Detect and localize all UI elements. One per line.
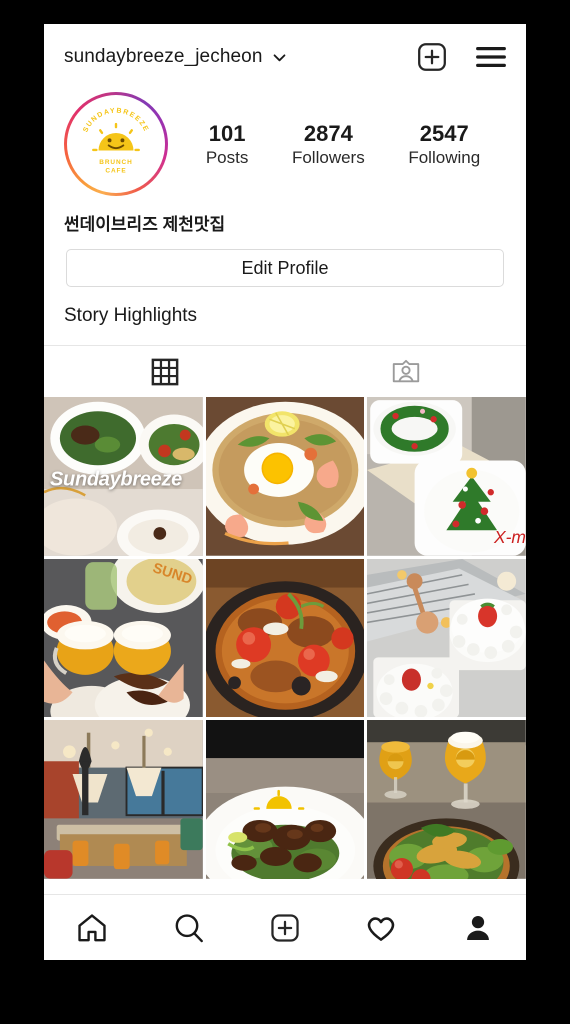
avatar-inner: BRUNCH CAFE SUNDAYBREEZE <box>67 95 165 193</box>
edit-profile-wrap: Edit Profile <box>44 235 526 287</box>
stat-following[interactable]: 2547 Following <box>408 120 480 169</box>
profile-stats: 101 Posts 2874 Followers 2547 Following <box>168 120 506 169</box>
stat-followers-value: 2874 <box>303 120 353 146</box>
post-grid: Sundaybreeze X-m SUND <box>44 397 526 894</box>
tab-grid[interactable] <box>44 346 285 397</box>
stat-following-value: 2547 <box>419 120 469 146</box>
post-tomato-skillet[interactable] <box>205 558 365 718</box>
edit-profile-button[interactable]: Edit Profile <box>66 249 504 287</box>
post-shrimp-fried-rice[interactable] <box>205 397 365 556</box>
nav-search[interactable] <box>140 911 236 945</box>
svg-text:X-m: X-m <box>493 527 526 547</box>
avatar-logo-brunch: BRUNCH <box>99 159 132 166</box>
stat-posts[interactable]: 101 Posts <box>206 120 249 169</box>
avatar-logo-cafe: CAFE <box>105 168 126 175</box>
stat-followers[interactable]: 2874 Followers <box>292 120 365 169</box>
chevron-down-icon[interactable] <box>271 49 288 66</box>
avatar-story-ring[interactable]: BRUNCH CAFE SUNDAYBREEZE <box>64 92 168 196</box>
hamburger-menu-icon[interactable] <box>474 43 508 71</box>
profile-tabs <box>44 345 526 397</box>
stat-following-label: Following <box>408 148 481 168</box>
avatar[interactable]: BRUNCH CAFE SUNDAYBREEZE <box>70 98 162 190</box>
stat-followers-label: Followers <box>291 148 365 168</box>
story-highlights-tray <box>44 327 526 345</box>
post-beer-and-salad[interactable] <box>367 720 526 880</box>
bottom-navigation <box>44 894 526 960</box>
nav-profile[interactable] <box>430 912 526 944</box>
post-christmas-cakes[interactable]: X-m <box>367 397 526 556</box>
search-icon <box>175 913 203 942</box>
home-icon <box>78 913 106 941</box>
story-highlights-label: Story Highlights <box>64 305 198 326</box>
post-cafe-interior[interactable] <box>44 720 203 879</box>
tagged-person-icon <box>392 359 419 382</box>
stat-posts-value: 101 <box>208 120 246 146</box>
profile-summary: BRUNCH CAFE SUNDAYBREEZE 101 Posts 2874 … <box>44 90 526 196</box>
plus-square-icon[interactable] <box>416 41 448 73</box>
post-overlay-caption: Sundaybreeze <box>50 468 183 490</box>
post-salad-plates[interactable]: Sundaybreeze <box>44 397 203 556</box>
tab-tagged[interactable] <box>285 346 526 397</box>
app-header: sundaybreeze_jecheon <box>44 24 526 90</box>
plus-square-icon <box>271 913 299 942</box>
heart-icon <box>368 916 395 941</box>
grid-icon <box>151 358 178 385</box>
profile-username: sundaybreeze_jecheon <box>64 46 263 67</box>
account-switcher[interactable]: sundaybreeze_jecheon <box>64 46 416 68</box>
stat-posts-label: Posts <box>205 148 249 168</box>
nav-home[interactable] <box>44 911 140 945</box>
post-beef-skewers[interactable] <box>205 720 365 880</box>
nav-activity[interactable] <box>333 911 429 945</box>
nav-create[interactable] <box>237 912 333 944</box>
post-strawberry-cakes[interactable] <box>367 558 526 718</box>
person-icon <box>466 915 489 940</box>
post-beer-cheers[interactable]: SUND <box>44 558 203 718</box>
header-actions <box>416 41 508 73</box>
instagram-app-window: sundaybreeze_jecheon BRUNCH CAFE SUNDAYB… <box>44 24 526 960</box>
profile-bio: 썬데이브리즈 제천맛집 <box>64 215 226 234</box>
